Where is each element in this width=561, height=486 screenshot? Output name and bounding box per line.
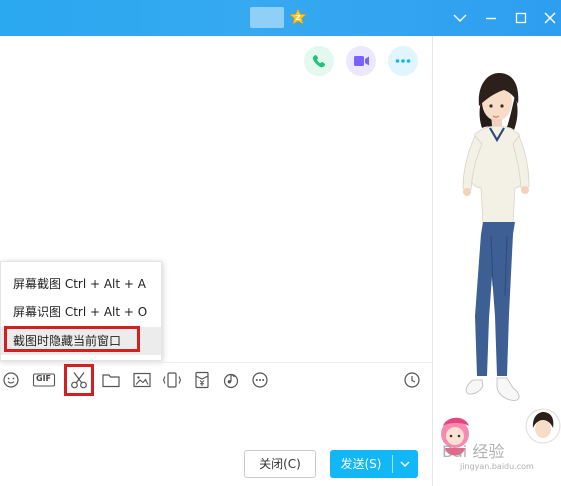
close-icon[interactable] <box>538 6 561 30</box>
watermark-url: jingyan.baidu.com <box>460 462 534 471</box>
red-packet-icon[interactable] <box>191 369 213 391</box>
gif-button[interactable]: GIF <box>32 369 56 391</box>
emoji-icon[interactable] <box>0 369 22 391</box>
avatar-panel <box>433 36 561 486</box>
menu-item-screen-recognize[interactable]: 屏幕识图 Ctrl + Alt + O <box>1 298 161 326</box>
video-call-button[interactable] <box>346 46 376 76</box>
send-options-chevron-icon[interactable] <box>396 456 414 472</box>
highlight-frame-scissors <box>64 364 94 396</box>
minimize-icon[interactable] <box>479 6 503 30</box>
history-icon[interactable] <box>401 369 423 391</box>
more-icon[interactable] <box>249 369 271 391</box>
svg-text:Z: Z <box>295 14 300 22</box>
more-icon <box>395 59 411 63</box>
chevron-down-icon[interactable] <box>448 6 472 30</box>
chat-window: Z 屏幕截图 Ctrl + Alt + A 屏幕识图 Ctrl + Alt + … <box>0 0 561 486</box>
image-icon[interactable] <box>131 369 153 391</box>
contact-name-blurred <box>250 7 284 28</box>
music-icon[interactable] <box>220 369 242 391</box>
more-actions-button[interactable] <box>388 46 418 76</box>
avatar-figure <box>441 73 561 456</box>
vip-star-icon: Z <box>289 8 307 26</box>
close-button[interactable]: 关闭(C) <box>244 450 316 478</box>
title-bar[interactable]: Z <box>0 0 561 36</box>
watermark: Bai 经验 <box>442 442 505 461</box>
toolbar-divider <box>0 362 432 363</box>
maximize-icon[interactable] <box>509 6 533 30</box>
highlight-frame-menu <box>4 326 140 352</box>
send-button-separator <box>392 455 393 473</box>
phone-call-button[interactable] <box>304 46 334 76</box>
shake-icon[interactable] <box>161 369 183 391</box>
folder-icon[interactable] <box>100 369 122 391</box>
send-button-label: 发送(S) <box>340 457 382 471</box>
send-button[interactable]: 发送(S) <box>330 450 418 478</box>
menu-item-screen-capture[interactable]: 屏幕截图 Ctrl + Alt + A <box>1 270 161 298</box>
gif-label: GIF <box>36 374 52 383</box>
